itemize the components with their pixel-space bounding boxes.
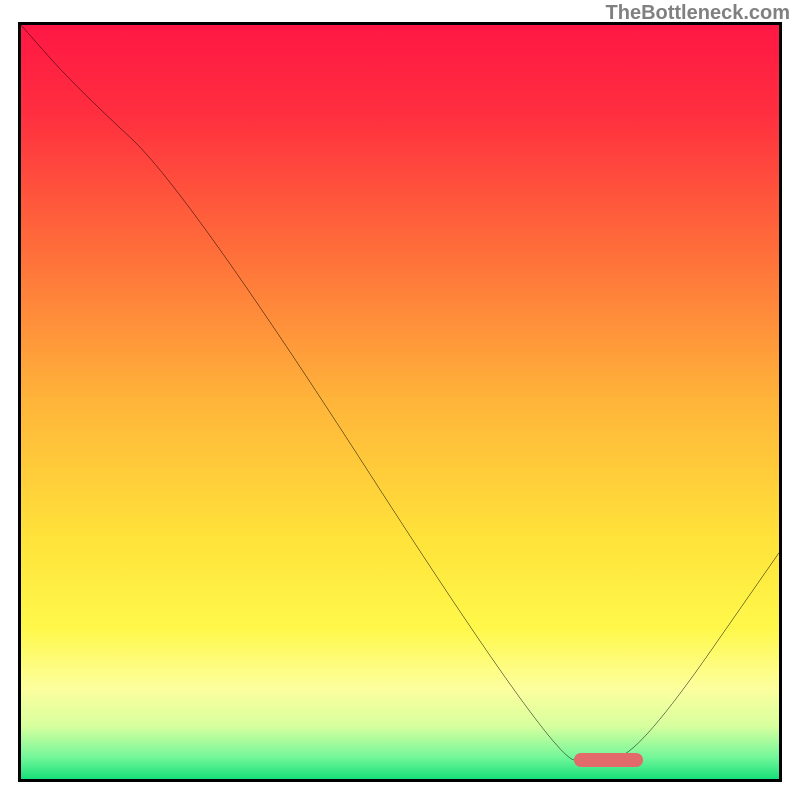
watermark-text: TheBottleneck.com xyxy=(606,2,790,25)
bottleneck-curve xyxy=(21,25,779,779)
optimal-range-marker xyxy=(574,753,642,767)
plot-area xyxy=(18,22,782,782)
bottleneck-chart: TheBottleneck.com xyxy=(0,0,800,800)
